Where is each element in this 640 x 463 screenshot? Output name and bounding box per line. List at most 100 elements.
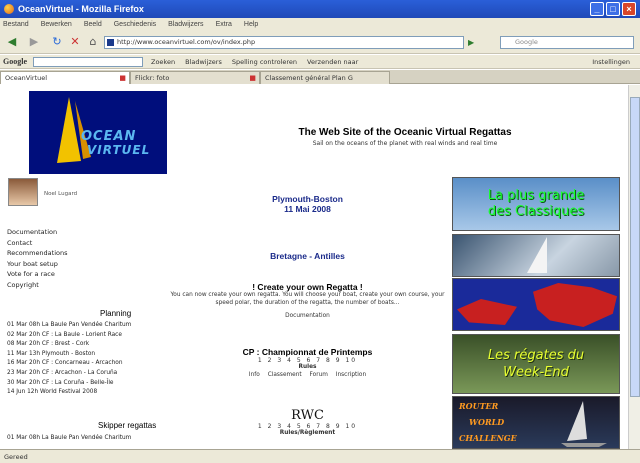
cp-link-forum[interactable]: Forum xyxy=(310,372,328,378)
tab-bar: OceanVirtuel ■ Flickr: foto ■ Classement… xyxy=(0,70,640,84)
banner-sailboat-photo[interactable] xyxy=(452,234,620,277)
firefox-icon xyxy=(4,4,14,14)
minimize-button[interactable]: _ xyxy=(590,2,604,16)
planning-item[interactable]: 08 Mar 20h CF : Brest - Cork xyxy=(7,340,131,350)
link-boat-setup[interactable]: Your boat setup xyxy=(7,259,68,270)
google-send-button[interactable]: Verzenden naar xyxy=(307,58,358,66)
menu-bookmarks[interactable]: Bladwijzers xyxy=(168,21,203,28)
page-content: OCEAN VIRTUEL The Web Site of the Oceani… xyxy=(0,85,628,449)
create-regatta-title[interactable]: ! Create your own Regatta ! xyxy=(170,282,445,292)
reload-icon[interactable]: ↻ xyxy=(50,34,64,50)
race-plymouth-boston[interactable]: Plymouth-Boston 11 Mai 2008 xyxy=(170,194,445,214)
planning-item[interactable]: 23 Mar 20h CF : Arcachon - La Coruña xyxy=(7,369,131,379)
back-icon[interactable]: ◀ xyxy=(4,34,20,50)
boat-icon xyxy=(561,401,607,447)
cp-link-info[interactable]: Info xyxy=(249,372,260,378)
race-date: 11 Mai 2008 xyxy=(284,204,331,214)
menu-help[interactable]: Help xyxy=(244,21,258,28)
link-contact[interactable]: Contact xyxy=(7,238,68,249)
map-land xyxy=(457,299,517,325)
site-title: The Web Site of the Oceanic Virtual Rega… xyxy=(298,127,512,138)
vertical-scrollbar[interactable] xyxy=(628,85,640,449)
menu-file[interactable]: Bestand xyxy=(3,21,29,28)
cp-link-classement[interactable]: Classement xyxy=(268,372,302,378)
cp-pages[interactable]: 1 2 3 4 5 6 7 8 9 10 xyxy=(170,357,445,364)
close-tab-icon[interactable]: ■ xyxy=(119,74,126,82)
planning-item[interactable]: 30 Mar 20h CF : La Coruña - Belle-Île xyxy=(7,379,131,389)
link-documentation[interactable]: Documentation xyxy=(7,227,68,238)
planning-item[interactable]: 11 Mar 13h Plymouth - Boston xyxy=(7,350,131,360)
window-titlebar: OceanVirtuel - Mozilla Firefox _ □ × xyxy=(0,0,640,18)
tab-classement[interactable]: Classement général Plan G xyxy=(260,71,390,84)
link-recommendations[interactable]: Recommendations xyxy=(7,248,68,259)
logo-text-ocean: OCEAN xyxy=(81,129,137,144)
create-regatta-section: ! Create your own Regatta ! You can now … xyxy=(170,282,445,321)
planning-item[interactable]: 14 Jun 12h World Festival 2008 xyxy=(7,388,131,398)
cp-link-inscription[interactable]: Inscription xyxy=(336,372,366,378)
banner-weekend-regattas[interactable]: Les régates du Week-End xyxy=(452,334,620,394)
planning-item[interactable]: 01 Mar 08h La Baule Pan Vendée Charitum xyxy=(7,321,131,331)
forward-icon[interactable]: ▶ xyxy=(26,34,42,50)
race-bretagne-antilles[interactable]: Bretagne - Antilles xyxy=(170,251,445,261)
skipper-list: 01 Mar 08h La Baule Pan Vendée Charitum xyxy=(7,434,131,444)
cp-title[interactable]: CP : Championnat de Printemps xyxy=(170,347,445,357)
rwc-title[interactable]: RWC xyxy=(170,408,445,423)
banner-text: des Classiques xyxy=(487,204,585,219)
skipper-item[interactable]: 01 Mar 08h La Baule Pan Vendée Charitum xyxy=(7,434,131,444)
rwc-pages[interactable]: 1 2 3 4 5 6 7 8 9 10 xyxy=(170,423,445,430)
map-land xyxy=(533,283,617,327)
planning-item[interactable]: 16 Mar 20h CF : Concarneau - Arcachon xyxy=(7,359,131,369)
banner-text: Les régates du xyxy=(487,348,585,363)
google-bookmarks-button[interactable]: Bladwijzers xyxy=(185,58,222,66)
cp-rules[interactable]: Rules xyxy=(170,364,445,372)
sailboat-image xyxy=(527,237,547,273)
banner-classiques[interactable]: La plus grande des Classiques xyxy=(452,177,620,231)
banner-text: CHALLENGE xyxy=(459,433,517,443)
skipper-heading: Skipper regattas xyxy=(98,421,157,430)
stop-icon[interactable]: ✕ xyxy=(68,34,82,50)
user-avatar[interactable] xyxy=(8,178,38,206)
cp-section: CP : Championnat de Printemps 1 2 3 4 5 … xyxy=(170,347,445,379)
google-search-input[interactable] xyxy=(33,56,143,67)
maximize-button[interactable]: □ xyxy=(606,2,620,16)
banner-router-world-challenge[interactable]: ROUTER WORLD CHALLENGE xyxy=(452,396,620,449)
google-spellcheck-button[interactable]: Spelling controleren xyxy=(232,58,297,66)
documentation-link[interactable]: Documentation xyxy=(170,313,445,321)
site-favicon xyxy=(107,39,114,46)
close-button[interactable]: × xyxy=(622,2,636,16)
menu-history[interactable]: Geschiedenis xyxy=(114,21,156,28)
create-regatta-text: You can now create your own regatta. You… xyxy=(170,292,445,306)
tab-oceanvirtuel[interactable]: OceanVirtuel ■ xyxy=(0,71,130,84)
menu-tools[interactable]: Extra xyxy=(216,21,232,28)
link-vote[interactable]: Vote for a race xyxy=(7,269,68,280)
menu-edit[interactable]: Bewerken xyxy=(41,21,72,28)
banner-text: Week-End xyxy=(503,365,569,380)
rwc-rules[interactable]: Rules/Règlement xyxy=(170,430,445,438)
menu-view[interactable]: Beeld xyxy=(84,21,102,28)
tab-label: Flickr: foto xyxy=(135,74,170,82)
oceanvirtuel-logo[interactable]: OCEAN VIRTUEL xyxy=(29,91,167,174)
planning-list: 01 Mar 08h La Baule Pan Vendée Charitum … xyxy=(7,321,131,398)
banner-map[interactable] xyxy=(452,278,620,331)
scrollbar-thumb[interactable] xyxy=(630,97,640,397)
google-settings-button[interactable]: Instellingen xyxy=(592,58,630,66)
close-tab-icon[interactable]: ■ xyxy=(249,74,256,82)
banner-text: ROUTER xyxy=(459,401,499,411)
tab-flickr[interactable]: Flickr: foto ■ xyxy=(130,71,260,84)
banner-text: WORLD xyxy=(469,417,505,427)
link-copyright[interactable]: Copyright xyxy=(7,280,68,291)
cp-links: Info Classement Forum Inscription xyxy=(170,372,445,380)
status-bar: Gereed xyxy=(0,449,640,463)
user-name[interactable]: Noel Lugard xyxy=(44,191,77,197)
race-name[interactable]: Plymouth-Boston xyxy=(170,194,445,204)
google-search-button[interactable]: Zoeken xyxy=(151,58,175,66)
url-bar[interactable]: http://www.oceanvirtuel.com/ov/index.php xyxy=(104,36,464,49)
planning-heading: Planning xyxy=(100,309,132,318)
status-text: Gereed xyxy=(4,453,28,461)
window-title: OceanVirtuel - Mozilla Firefox xyxy=(18,4,144,14)
home-icon[interactable]: ⌂ xyxy=(86,34,100,50)
go-button[interactable]: ▶ xyxy=(468,36,494,49)
planning-item[interactable]: 02 Mar 20h CF : La Baule - Lorient Race xyxy=(7,331,131,341)
banner-text: La plus grande xyxy=(487,188,585,203)
search-input[interactable]: Google xyxy=(500,36,634,49)
